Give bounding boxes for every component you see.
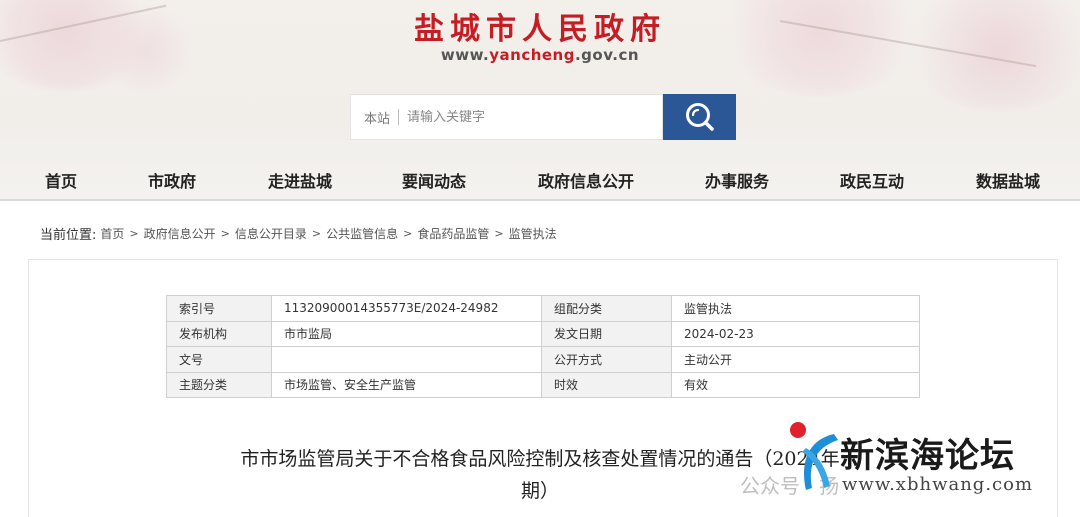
table-row: 文号 公开方式 主动公开 <box>166 346 920 373</box>
breadcrumb-separator: > <box>403 227 413 240</box>
url-suffix: .gov.cn <box>574 46 640 64</box>
search-input[interactable] <box>407 109 638 125</box>
nav-item-home[interactable]: 首页 <box>45 168 77 192</box>
document-meta-table: 索引号 11320900014355773E/2024-24982 组配分类 监… <box>166 295 920 398</box>
breadcrumb-item-public-supervision[interactable]: 公共监管信息 <box>326 225 398 242</box>
breadcrumb-separator: > <box>220 227 230 240</box>
breadcrumb-separator: > <box>494 227 504 240</box>
main-nav: 首页 市政府 走进盐城 要闻动态 政府信息公开 办事服务 政民互动 数据盐城 <box>0 160 1080 198</box>
nav-item-news[interactable]: 要闻动态 <box>402 168 466 192</box>
breadcrumb-lead: 当前位置: <box>40 228 97 243</box>
nav-divider <box>0 199 1080 201</box>
meta-value-doc-number <box>271 346 542 373</box>
search-scope-label[interactable]: 本站 <box>364 108 390 127</box>
breadcrumb: 当前位置: 首页 > 政府信息公开 > 信息公开目录 > 公共监管信息 > 食品… <box>40 224 557 243</box>
meta-value-category: 监管执法 <box>671 295 920 322</box>
breadcrumb-item-gov-info[interactable]: 政府信息公开 <box>144 225 216 242</box>
site-title[interactable]: 盐城市人民政府 <box>0 4 1080 48</box>
meta-key-disclosure-method: 公开方式 <box>541 346 672 373</box>
nav-item-interaction[interactable]: 政民互动 <box>840 168 904 192</box>
nav-item-data-yancheng[interactable]: 数据盐城 <box>976 168 1040 192</box>
table-row: 发布机构 市市监局 发文日期 2024-02-23 <box>166 320 920 347</box>
breadcrumb-separator: > <box>129 227 139 240</box>
meta-value-issue-date: 2024-02-23 <box>671 320 920 347</box>
forum-watermark-url: www.xbhwang.com <box>842 474 1034 495</box>
meta-value-index-number: 11320900014355773E/2024-24982 <box>271 295 542 322</box>
search-button[interactable] <box>663 94 736 140</box>
forum-logo-icon <box>790 422 838 490</box>
meta-key-issue-date: 发文日期 <box>541 320 672 347</box>
meta-key-doc-number: 文号 <box>166 346 272 373</box>
nav-item-gov-info-disclosure[interactable]: 政府信息公开 <box>538 168 634 192</box>
table-row: 主题分类 市场监管、安全生产监管 时效 有效 <box>166 371 920 398</box>
meta-key-category: 组配分类 <box>541 295 672 322</box>
meta-value-disclosure-method: 主动公开 <box>671 346 920 373</box>
site-url[interactable]: www.yancheng.gov.cn <box>0 46 1080 64</box>
search-icon <box>685 103 714 131</box>
breadcrumb-item-food-drug[interactable]: 食品药品监管 <box>417 225 489 242</box>
url-highlight: yancheng <box>489 46 575 64</box>
breadcrumb-separator: > <box>311 227 322 240</box>
forum-watermark-brand: 新滨海论坛 <box>840 436 1015 476</box>
nav-item-about-yancheng[interactable]: 走进盐城 <box>268 168 332 192</box>
breadcrumb-item-enforcement[interactable]: 监管执法 <box>509 225 557 242</box>
url-prefix: www. <box>440 46 490 64</box>
breadcrumb-item-home[interactable]: 首页 <box>100 225 124 242</box>
table-row: 索引号 11320900014355773E/2024-24982 组配分类 监… <box>166 295 920 322</box>
search-box: 本站 <box>350 94 663 140</box>
search-divider <box>398 109 400 125</box>
meta-key-publisher: 发布机构 <box>166 320 272 347</box>
meta-value-validity: 有效 <box>671 371 920 398</box>
meta-key-index-number: 索引号 <box>166 295 272 322</box>
nav-item-services[interactable]: 办事服务 <box>705 168 769 192</box>
meta-value-publisher: 市市监局 <box>271 320 542 347</box>
meta-key-topic: 主题分类 <box>166 371 272 398</box>
nav-item-city-government[interactable]: 市政府 <box>148 168 196 192</box>
breadcrumb-item-info-catalog[interactable]: 信息公开目录 <box>235 225 307 242</box>
meta-key-validity: 时效 <box>541 371 672 398</box>
meta-value-topic: 市场监管、安全生产监管 <box>271 371 542 398</box>
